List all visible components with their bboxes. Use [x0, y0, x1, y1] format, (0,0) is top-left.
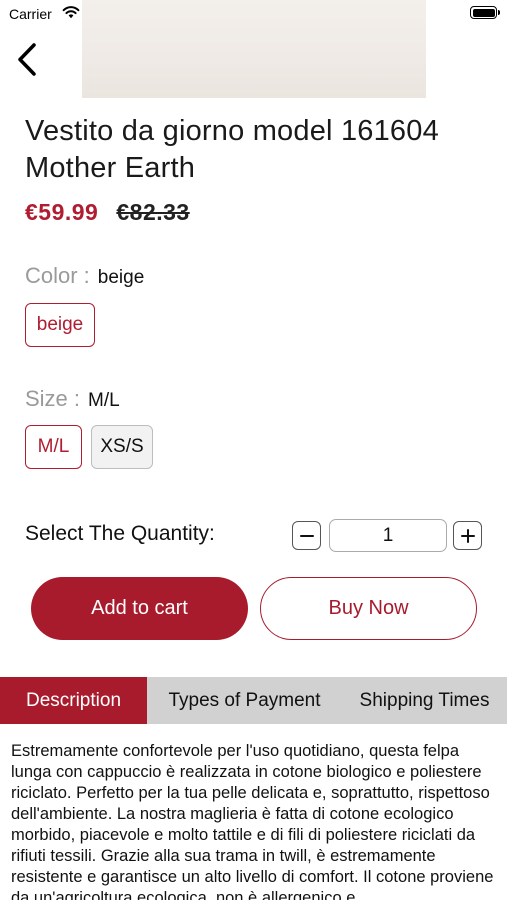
product-title: Vestito da giorno model 161604 Mother Ea… — [25, 115, 439, 184]
size-chip-xss[interactable]: XS/S — [91, 425, 153, 469]
buy-now-button[interactable]: Buy Now — [260, 577, 477, 640]
tab-types-of-payment[interactable]: Types of Payment — [147, 677, 342, 724]
color-label-row: Color : beige — [25, 263, 144, 289]
size-label: Size : — [25, 386, 81, 411]
color-label: Color : — [25, 263, 90, 288]
plus-icon — [460, 528, 475, 543]
color-chip-beige[interactable]: beige — [25, 303, 95, 347]
size-selected-value: M/L — [88, 390, 120, 411]
info-tabs: Description Types of Payment Shipping Ti… — [0, 677, 507, 724]
quantity-decrease-button[interactable] — [292, 521, 321, 550]
battery-icon — [470, 6, 500, 19]
back-button[interactable] — [12, 40, 44, 80]
quantity-label: Select The Quantity: — [25, 522, 215, 545]
size-label-row: Size : M/L — [25, 386, 120, 412]
add-to-cart-button[interactable]: Add to cart — [31, 577, 248, 640]
color-selected-value: beige — [97, 267, 145, 288]
original-price: €82.33 — [116, 198, 190, 225]
back-chevron-icon — [18, 43, 36, 76]
product-description: Estremamente confortevole per l'uso quot… — [11, 742, 494, 900]
minus-icon — [299, 534, 314, 537]
quantity-input[interactable] — [329, 519, 447, 552]
product-image[interactable] — [82, 0, 426, 98]
price-row: €59.99 €82.33 — [25, 196, 190, 228]
tab-description[interactable]: Description — [0, 677, 147, 724]
size-chip-ml[interactable]: M/L — [25, 425, 82, 469]
current-price: €59.99 — [25, 198, 99, 225]
quantity-increase-button[interactable] — [453, 521, 482, 550]
tab-shipping-times[interactable]: Shipping Times — [342, 677, 507, 724]
